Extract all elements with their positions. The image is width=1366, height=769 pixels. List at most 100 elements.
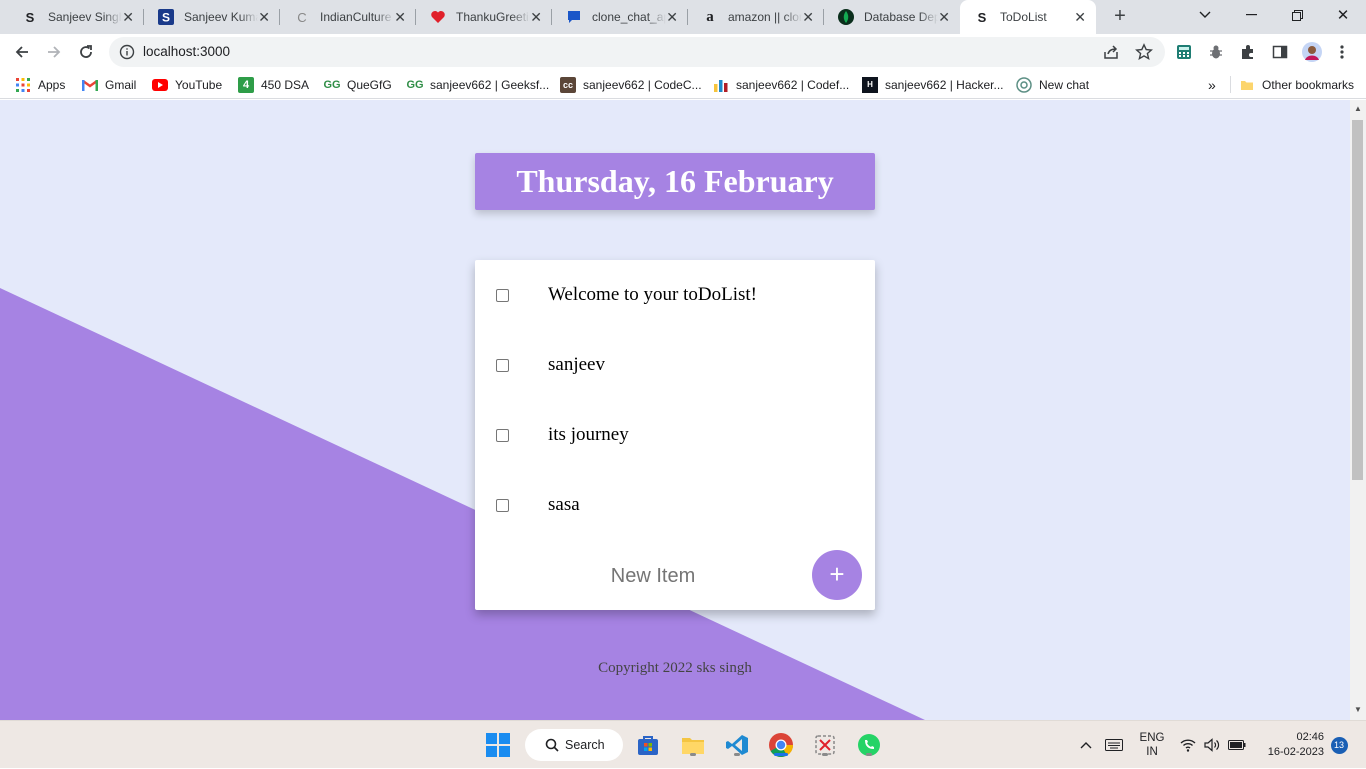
running-indicator-active [774,753,788,756]
bookmark-label: 450 DSA [261,77,310,92]
browser-tab-active[interactable]: S ToDoList ✕ [960,0,1096,34]
heart-icon [430,9,446,25]
todo-checkbox[interactable] [496,358,509,372]
close-window-icon[interactable]: ✕ [1320,0,1366,30]
close-tab-icon[interactable]: ✕ [802,9,814,25]
todo-checkbox[interactable] [496,288,509,302]
search-icon [545,738,559,752]
microsoft-store-icon[interactable] [634,731,662,759]
side-panel-icon[interactable] [1270,42,1290,62]
new-item-form: New Item + [475,540,875,610]
calculator-extension-icon[interactable] [1174,42,1194,62]
system-status-group[interactable] [1178,721,1248,769]
add-item-button[interactable]: + [812,550,862,600]
language-indicator[interactable]: ENG IN [1134,721,1170,769]
notification-count: 13 [1330,736,1348,754]
bookmark-label: YouTube [175,77,223,92]
gfg-icon: GG [323,78,341,91]
tab-title: amazon || clone [728,10,802,24]
scroll-down-arrow-icon[interactable]: ▼ [1354,705,1362,714]
minimize-icon[interactable] [1228,0,1274,30]
tab-title: clone_chat_app [592,10,666,24]
notification-badge[interactable]: 13 [1330,721,1348,769]
bookmark-apps[interactable]: Apps [15,76,65,93]
browser-tab[interactable]: S Sanjeev Singh ✕ [8,0,144,34]
clock[interactable]: 02:46 16-02-2023 [1258,721,1328,769]
taskbar-search[interactable]: Search [525,729,623,761]
windows-start-icon[interactable] [484,731,512,759]
close-tab-icon[interactable]: ✕ [1074,9,1086,25]
todo-item-text: Welcome to your toDoList! [548,284,758,305]
bookmark-hackerrank[interactable]: H sanjeev662 | Hacker... [862,76,1004,93]
gmail-icon [82,77,98,93]
bookmark-youtube[interactable]: YouTube [152,76,222,93]
todo-card: Welcome to your toDoList! sanjeev its jo… [475,260,875,610]
bookmark-label: sanjeev662 | Codef... [736,77,850,92]
address-url: localhost:3000 [143,44,231,59]
todo-item: its journey [475,400,875,470]
bookmark-label: QueGfG [347,77,392,92]
bookmark-quegfg[interactable]: GG QueGfG [323,76,392,93]
bookmark-gmail[interactable]: Gmail [82,76,136,93]
scroll-up-arrow-icon[interactable]: ▲ [1354,104,1362,113]
bookmark-label: Other bookmarks [1262,77,1355,92]
reload-icon[interactable] [72,38,100,66]
browser-tab[interactable]: C IndianCulture ✕ [280,0,416,34]
profile-avatar[interactable] [1302,42,1322,62]
clock-time: 02:46 [1296,731,1324,743]
close-tab-icon[interactable]: ✕ [258,9,270,25]
restore-icon[interactable] [1274,0,1320,30]
chrome-menu-icon[interactable] [1332,42,1352,62]
todo-checkbox[interactable] [496,498,509,512]
chrome-icon[interactable] [767,731,795,759]
bookmark-codechef[interactable]: cc sanjeev662 | CodeC... [560,76,702,93]
s-favicon-icon: S [158,9,174,25]
file-explorer-icon[interactable] [679,731,707,759]
vscode-icon[interactable] [723,731,751,759]
todo-checkbox[interactable] [496,428,509,442]
close-tab-icon[interactable]: ✕ [938,9,950,25]
page-title: Thursday, 16 February [516,163,834,199]
lang-top: ENG [1139,732,1165,744]
bookmarks-overflow-chevron-icon[interactable]: » [1208,76,1216,93]
back-arrow-icon[interactable] [8,38,36,66]
new-item-input[interactable]: New Item [475,560,831,592]
bookmark-geeksforgeeks[interactable]: GG sanjeev662 | Geeksf... [406,76,549,93]
tab-search-icon[interactable] [1182,0,1228,30]
browser-tab[interactable]: Database Deployment ✕ [824,0,960,34]
keyboard-icon[interactable] [1102,721,1126,769]
browser-tab[interactable]: clone_chat_app ✕ [552,0,688,34]
share-icon[interactable] [1102,43,1120,64]
footer-copyright: Copyright 2022 sks singh [598,660,752,676]
clock-date: 16-02-2023 [1267,746,1324,758]
bookmark-other-bookmarks[interactable]: Other bookmarks [1239,76,1354,93]
whatsapp-icon[interactable] [855,731,883,759]
bookmark-450-dsa[interactable]: 4 450 DSA [238,76,309,93]
amazon-icon: a [706,8,714,25]
browser-tab[interactable]: a amazon || clone ✕ [688,0,824,34]
bug-extension-icon[interactable] [1206,42,1226,62]
volume-icon [1204,738,1220,752]
tab-title: ToDoList [1000,10,1047,24]
hackerrank-icon: H [862,76,878,93]
tray-overflow-chevron-icon[interactable] [1076,721,1096,769]
bookmark-new-chat[interactable]: New chat [1016,76,1089,93]
bookmarks-bar: Apps Gmail YouTube 4 450 DSA GG QueGfG G… [0,70,1366,99]
close-tab-icon[interactable]: ✕ [122,9,134,25]
close-tab-icon[interactable]: ✕ [394,9,406,25]
close-tab-icon[interactable]: ✕ [530,9,542,25]
address-bar[interactable]: localhost:3000 [109,37,1165,67]
page-scrollbar[interactable]: ▲ ▼ [1350,100,1366,720]
scrollbar-thumb[interactable] [1352,120,1363,480]
browser-tab[interactable]: ThankuGreeting ✕ [416,0,552,34]
bookmark-star-icon[interactable] [1135,43,1153,64]
extensions-puzzle-icon[interactable] [1238,42,1258,62]
tab-title: Sanjeev Singh [48,10,122,24]
new-tab-button[interactable]: + [1109,6,1131,28]
close-tab-icon[interactable]: ✕ [666,9,678,25]
site-info-icon[interactable] [119,44,135,63]
browser-tab[interactable]: S Sanjeev Kumar ✕ [144,0,280,34]
bookmark-codeforces[interactable]: sanjeev662 | Codef... [713,76,849,93]
forward-arrow-icon[interactable] [40,38,68,66]
snipping-tool-icon[interactable] [811,731,839,759]
